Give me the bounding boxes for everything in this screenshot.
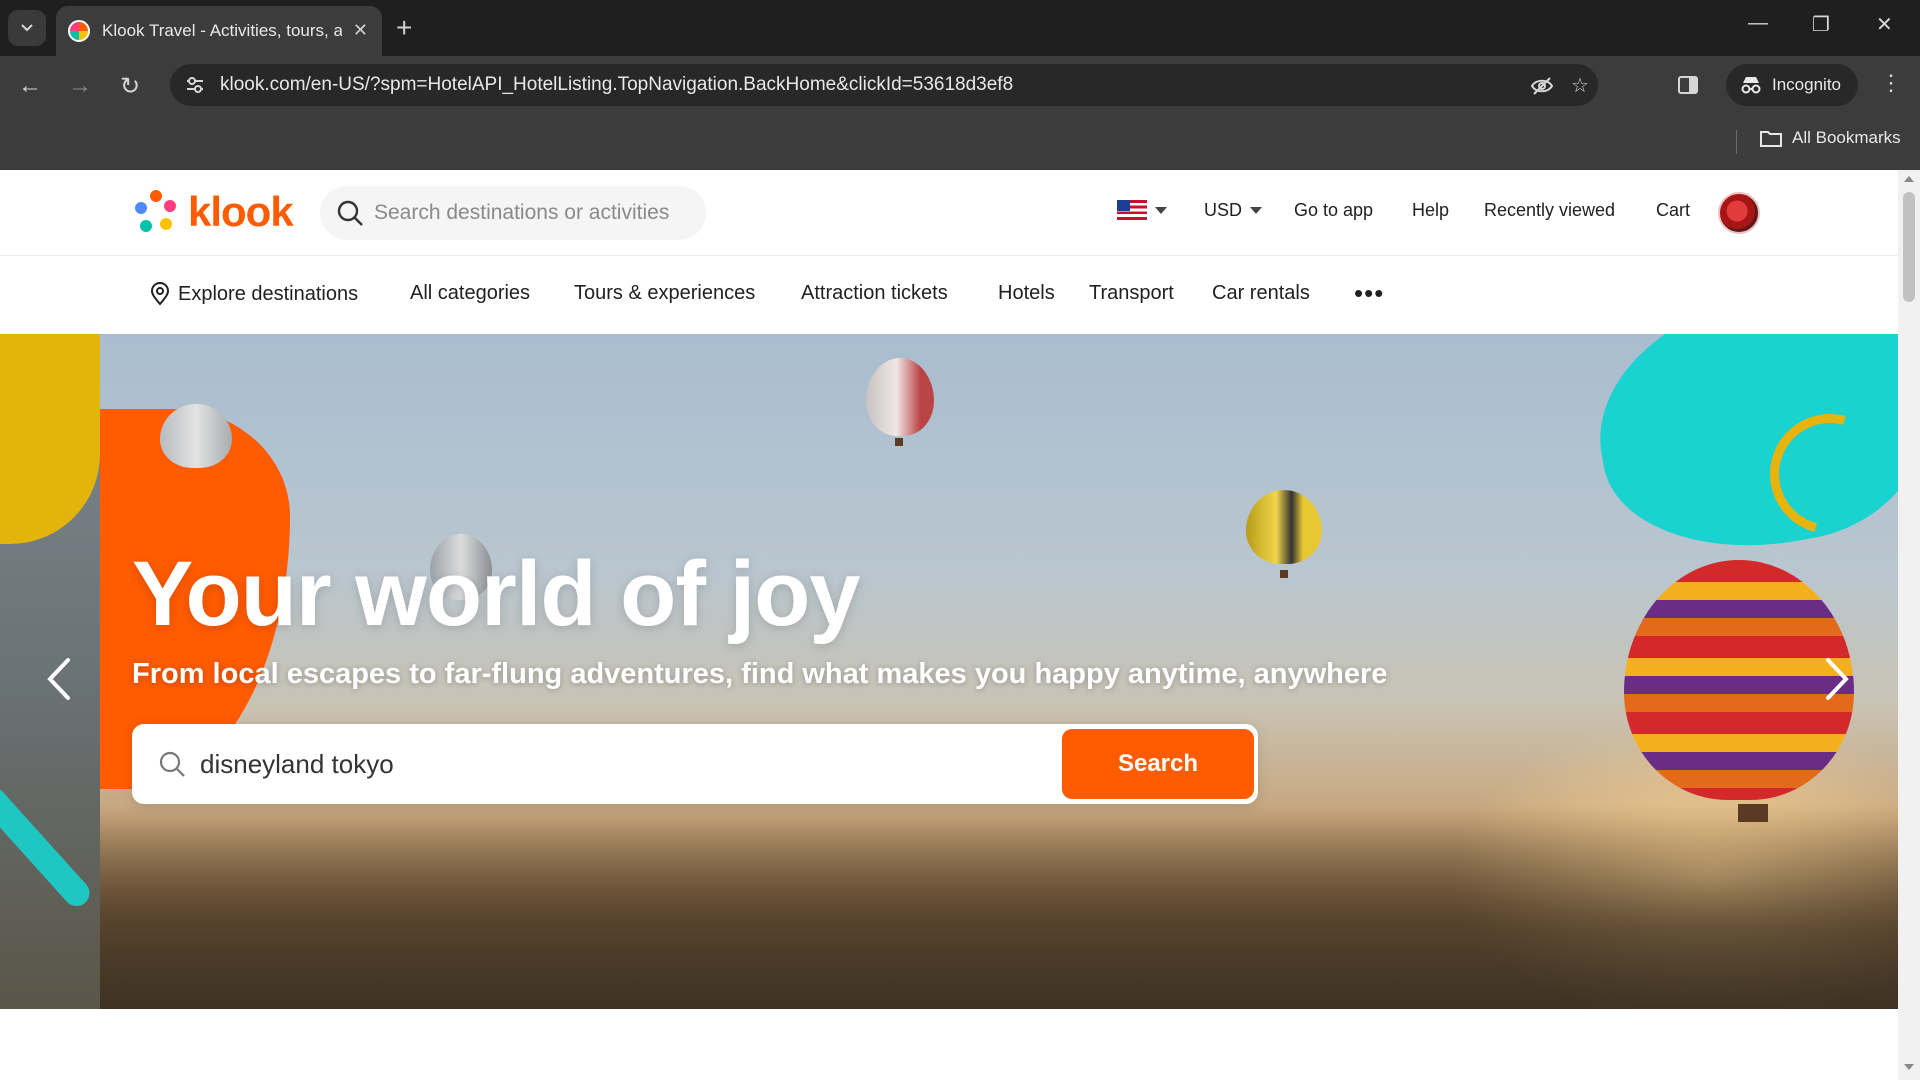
nav-tours-experiences[interactable]: Tours & experiences (574, 282, 755, 305)
reload-icon[interactable]: ↻ (114, 70, 146, 102)
nav-car-rentals[interactable]: Car rentals (1212, 282, 1310, 305)
nav-transport[interactable]: Transport (1089, 282, 1174, 305)
hot-air-balloon (866, 358, 934, 436)
scrollbar-thumb[interactable] (1903, 192, 1915, 302)
incognito-icon (1741, 77, 1761, 94)
header-search-input[interactable] (374, 201, 694, 225)
incognito-label: Incognito (1772, 75, 1841, 94)
search-icon (337, 200, 363, 226)
hero-search-input[interactable] (200, 748, 1020, 780)
search-icon (159, 751, 185, 777)
hero-banner: Your world of joy From local escapes to … (0, 334, 1898, 1009)
category-nav: Explore destinations All categories Tour… (0, 256, 1898, 334)
scroll-down-icon[interactable] (1904, 1064, 1914, 1070)
nav-explore-destinations[interactable]: Explore destinations (150, 282, 358, 306)
hero-search-box[interactable]: Search (132, 724, 1258, 804)
folder-icon (1760, 131, 1782, 147)
minimize-icon[interactable]: — (1748, 12, 1768, 35)
go-to-app-label: Go to app (1294, 200, 1374, 220)
nav-attraction-tickets[interactable]: Attraction tickets (801, 282, 948, 305)
hot-air-balloon (160, 404, 232, 468)
eye-off-icon[interactable] (1530, 74, 1554, 98)
forward-arrow-icon[interactable]: → (64, 70, 96, 102)
all-bookmarks-button[interactable]: All Bookmarks (1760, 128, 1901, 148)
balloon-basket (895, 438, 903, 446)
balloon-basket (1280, 570, 1288, 578)
new-tab-icon[interactable]: + (396, 12, 412, 44)
nav-label: Tours & experiences (574, 282, 756, 304)
site-settings-icon[interactable] (184, 74, 206, 96)
bookmarks-divider (1736, 130, 1737, 154)
browser-menu-icon[interactable]: ⋮ (1880, 70, 1902, 96)
browser-tab-active[interactable]: Klook Travel - Activities, tours, a ✕ (56, 6, 382, 56)
browser-toolbar: ← → ↻ klook.com/en-US/?spm=HotelAPI_Hote… (0, 56, 1920, 114)
hot-air-balloon (1246, 490, 1322, 564)
klook-logo-mark-icon (135, 190, 176, 232)
nav-hotels[interactable]: Hotels (998, 282, 1055, 305)
tab-search-button[interactable] (8, 10, 46, 46)
tab-title: Klook Travel - Activities, tours, a (102, 21, 342, 40)
page-scrollbar[interactable] (1898, 170, 1920, 1080)
location-pin-icon (150, 282, 170, 306)
back-arrow-icon[interactable]: ← (14, 70, 46, 102)
header-search-box[interactable] (320, 186, 706, 240)
nav-label: Explore destinations (178, 282, 359, 305)
nav-label: Car rentals (1212, 282, 1310, 304)
tab-close-icon[interactable]: ✕ (353, 20, 368, 41)
hero-ground (0, 804, 1898, 1009)
help-link[interactable]: Help (1412, 200, 1449, 221)
hero-title: Your world of joy (132, 543, 860, 645)
site-header: klook USD Go to app Help Recently viewed… (0, 170, 1898, 256)
nav-label: Hotels (998, 282, 1055, 304)
caret-down-icon (1250, 207, 1263, 214)
incognito-indicator[interactable]: Incognito (1726, 64, 1858, 106)
hero-subtitle: From local escapes to far-flung adventur… (132, 658, 1388, 690)
chevron-down-icon (21, 24, 33, 32)
nav-more-icon[interactable]: ••• (1354, 278, 1384, 309)
bookmark-star-icon[interactable]: ☆ (1568, 74, 1592, 98)
nav-label: Transport (1089, 282, 1174, 304)
caret-down-icon (1155, 206, 1167, 214)
side-panel-icon[interactable] (1672, 69, 1704, 101)
search-button[interactable]: Search (1062, 729, 1254, 799)
klook-page: klook USD Go to app Help Recently viewed… (0, 170, 1898, 1080)
us-flag-icon (1117, 200, 1147, 220)
restore-icon[interactable]: ❐ (1812, 12, 1830, 37)
cart-link[interactable]: Cart (1656, 200, 1690, 221)
address-bar[interactable]: klook.com/en-US/?spm=HotelAPI_HotelListi… (170, 64, 1598, 106)
recently-viewed-link[interactable]: Recently viewed (1484, 200, 1615, 221)
carousel-prev-icon[interactable] (40, 654, 80, 704)
nav-all-categories[interactable]: All categories (410, 282, 530, 305)
help-label: Help (1412, 200, 1450, 220)
recently-viewed-label: Recently viewed (1484, 200, 1616, 220)
klook-logo[interactable]: klook (132, 188, 294, 236)
nav-label: All categories (410, 282, 531, 304)
language-selector[interactable] (1117, 200, 1167, 220)
window-close-icon[interactable]: ✕ (1876, 12, 1893, 37)
user-avatar[interactable] (1718, 192, 1760, 234)
cart-label: Cart (1656, 200, 1691, 220)
browser-tabstrip: Klook Travel - Activities, tours, a ✕ + … (0, 0, 1920, 56)
logo-text: klook (188, 188, 294, 235)
nav-label: Attraction tickets (801, 282, 948, 304)
all-bookmarks-label: All Bookmarks (1792, 128, 1901, 147)
url-text: klook.com/en-US/?spm=HotelAPI_HotelListi… (220, 74, 1014, 95)
klook-favicon-icon (68, 20, 90, 42)
currency-label: USD (1204, 200, 1243, 220)
currency-selector[interactable]: USD (1204, 200, 1263, 221)
go-to-app-link[interactable]: Go to app (1294, 200, 1373, 221)
balloon-basket (1738, 804, 1768, 822)
carousel-next-icon[interactable] (1816, 654, 1856, 704)
bookmarks-bar: All Bookmarks (0, 114, 1920, 170)
scroll-up-icon[interactable] (1904, 176, 1914, 182)
